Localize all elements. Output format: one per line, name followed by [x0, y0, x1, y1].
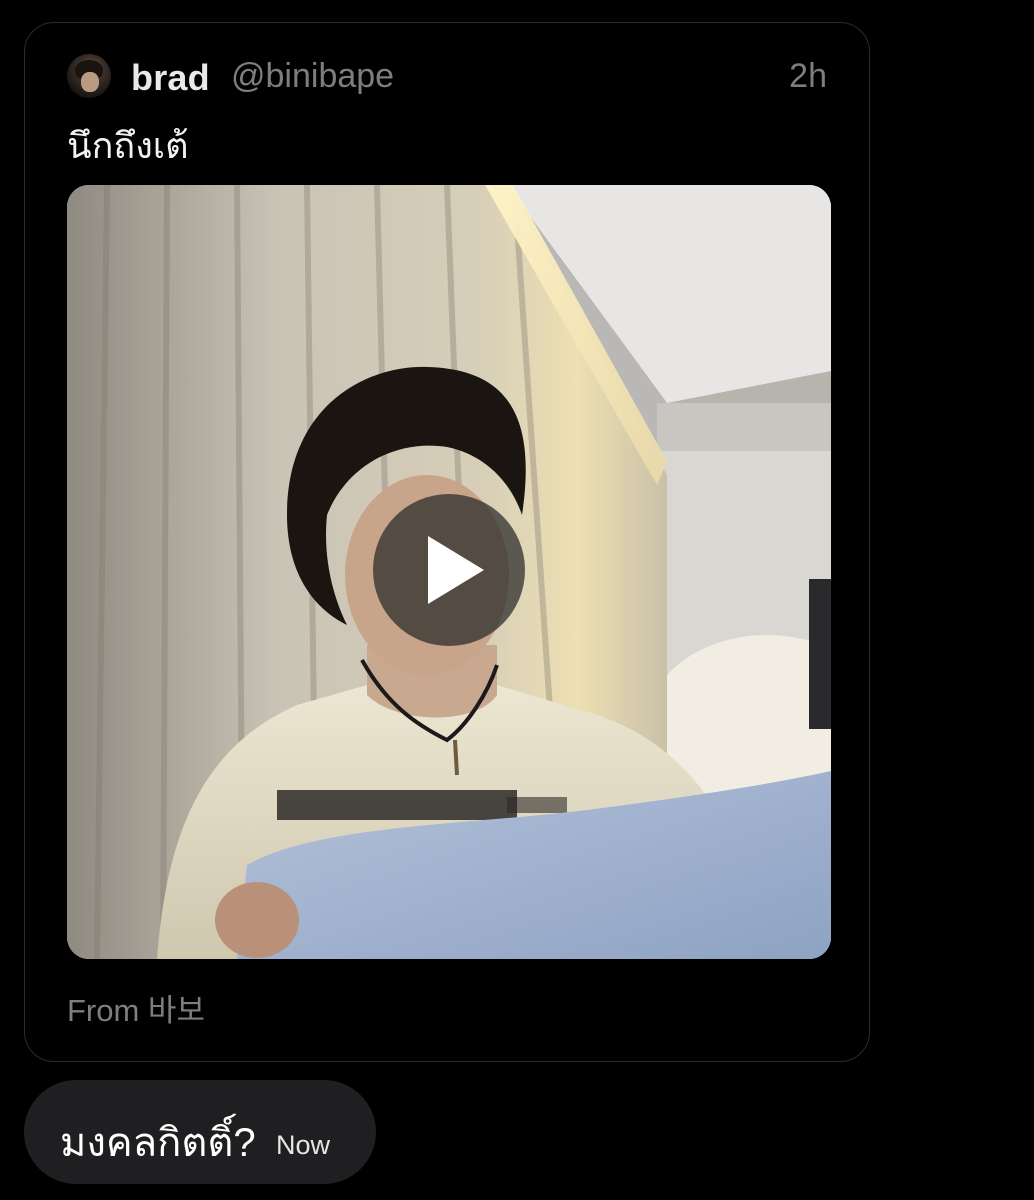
author-name[interactable]: brad [131, 57, 210, 99]
video-thumbnail[interactable] [67, 185, 831, 959]
message-text: มงคลกิตติ์? [60, 1121, 256, 1165]
message-bubble[interactable]: มงคลกิตติ์? Now [24, 1080, 376, 1184]
tweet-timestamp: 2h [789, 57, 827, 95]
author-handle[interactable]: @binibape [231, 57, 394, 96]
avatar-face [81, 72, 99, 92]
avatar[interactable] [67, 54, 111, 98]
play-icon [428, 536, 484, 604]
shared-tweet-card[interactable]: brad @binibape 2h นึกถึงเต้ From 바보 [24, 22, 870, 1062]
forwarded-from-label: From 바보 [67, 993, 205, 1028]
play-button[interactable] [373, 494, 525, 646]
dm-conversation: brad @binibape 2h นึกถึงเต้ From 바보 มงคล… [0, 0, 1034, 1200]
tweet-text: นึกถึงเต้ [67, 125, 189, 166]
message-time: Now [276, 1130, 331, 1160]
